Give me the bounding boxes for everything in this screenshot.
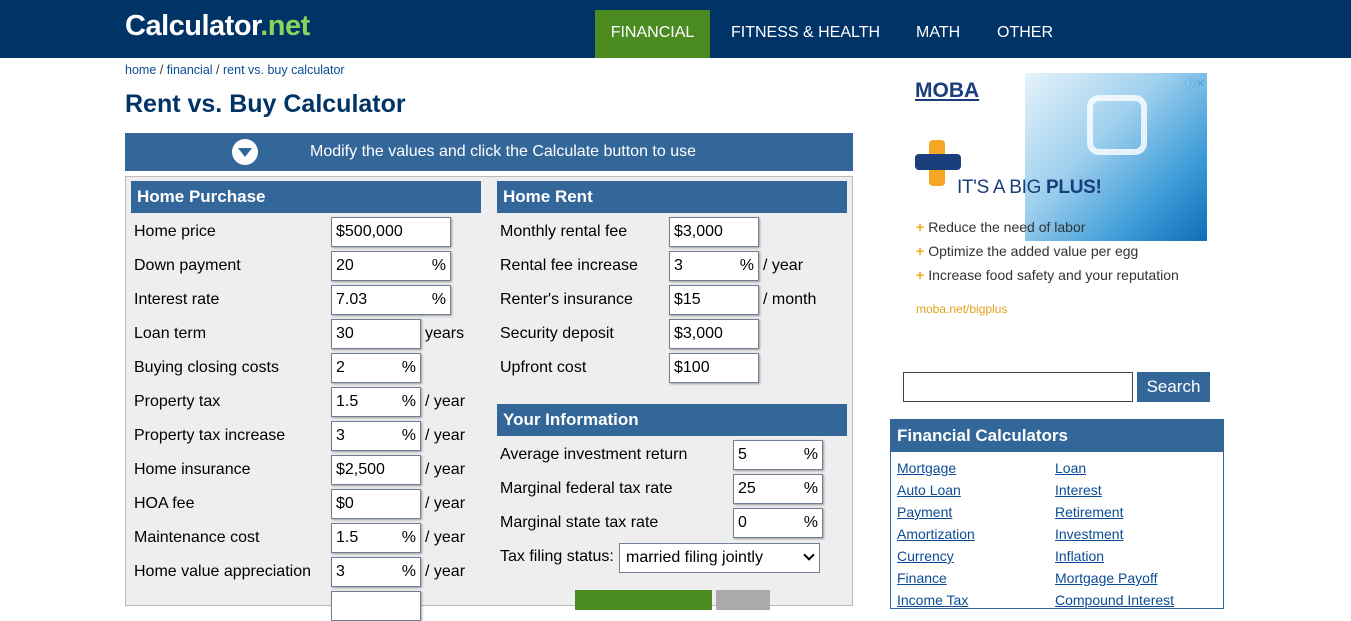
home-value-appreciation-unit: / year xyxy=(425,563,466,580)
banner-text: Modify the values and click the Calculat… xyxy=(310,143,696,160)
link-auto-loan[interactable]: Auto Loan xyxy=(897,482,961,498)
hoa-fee-unit: / year xyxy=(425,495,466,512)
advertisement[interactable]: ⓘ✕ MOBA IT'S A BIG PLUS! + Reduce the nee… xyxy=(905,73,1207,325)
input-home-insurance[interactable]: $2,500 xyxy=(331,455,421,485)
rental-fee-increase-unit: / year xyxy=(763,257,804,274)
label-rental-fee-increase: Rental fee increase xyxy=(500,257,638,274)
section-home-rent: Home Rent xyxy=(497,181,847,213)
label-security-deposit: Security deposit xyxy=(500,325,614,342)
link-payment[interactable]: Payment xyxy=(897,504,952,520)
nav-fitness-health[interactable]: FITNESS & HEALTH xyxy=(715,10,896,58)
link-amortization[interactable]: Amortization xyxy=(897,526,975,542)
plus-logo-icon xyxy=(915,140,961,186)
label-state-tax-rate: Marginal state tax rate xyxy=(500,514,659,531)
input-property-tax[interactable]: 1.5% xyxy=(331,387,421,417)
page-title: Rent vs. Buy Calculator xyxy=(125,90,406,118)
instructions-banner[interactable]: Modify the values and click the Calculat… xyxy=(125,133,853,171)
property-tax-unit: / year xyxy=(425,393,466,410)
nav-math[interactable]: MATH xyxy=(900,10,976,58)
link-loan[interactable]: Loan xyxy=(1055,460,1086,476)
input-renters-insurance[interactable]: $15 xyxy=(669,285,759,315)
label-home-value-appreciation: Home value appreciation xyxy=(134,563,311,580)
input-closing-costs[interactable]: 2% xyxy=(331,353,421,383)
ad-graphic xyxy=(1025,73,1207,241)
label-loan-term: Loan term xyxy=(134,325,207,342)
input-home-value-appreciation[interactable]: 3% xyxy=(331,557,421,587)
link-investment[interactable]: Investment xyxy=(1055,526,1123,542)
label-down-payment: Down payment xyxy=(134,257,241,274)
renters-insurance-unit: / month xyxy=(763,291,817,308)
site-logo[interactable]: Calculator.net xyxy=(125,10,310,43)
input-average-investment-return[interactable]: 5% xyxy=(733,440,823,470)
label-home-insurance: Home insurance xyxy=(134,461,251,478)
label-tax-filing-status: Tax filing status: xyxy=(500,548,614,565)
chevron-down-icon xyxy=(803,549,815,561)
input-rental-fee-increase[interactable]: 3% xyxy=(669,251,759,281)
tax-filing-status-select[interactable]: married filing jointly xyxy=(619,543,820,573)
label-monthly-rental-fee: Monthly rental fee xyxy=(500,223,628,240)
ad-bullet: + Reduce the need of labor xyxy=(916,219,1086,235)
link-currency[interactable]: Currency xyxy=(897,548,954,564)
label-property-tax-increase: Property tax increase xyxy=(134,427,286,444)
search-button[interactable]: Search xyxy=(1137,372,1210,402)
input-loan-term[interactable]: 30 xyxy=(331,319,421,349)
label-renters-insurance: Renter's insurance xyxy=(500,291,633,308)
input-home-price[interactable]: $500,000 xyxy=(331,217,451,247)
link-finance[interactable]: Finance xyxy=(897,570,947,586)
input-maintenance-cost[interactable]: 1.5% xyxy=(331,523,421,553)
breadcrumb: home / financial / rent vs. buy calculat… xyxy=(125,63,345,77)
calculator-form: Home Purchase Home Rent Your Information… xyxy=(125,176,853,621)
ad-brand: MOBA xyxy=(915,79,980,102)
ad-bullet: + Increase food safety and your reputatio… xyxy=(916,267,1179,283)
section-your-information: Your Information xyxy=(497,404,847,436)
input-upfront-cost[interactable]: $100 xyxy=(669,353,759,383)
label-upfront-cost: Upfront cost xyxy=(500,359,587,376)
input-federal-tax-rate[interactable]: 25% xyxy=(733,474,823,504)
ad-bullet: + Optimize the added value per egg xyxy=(916,243,1139,259)
loan-term-unit: years xyxy=(425,325,465,342)
link-retirement[interactable]: Retirement xyxy=(1055,504,1123,520)
input-interest-rate[interactable]: 7.03% xyxy=(331,285,451,315)
link-mortgage-payoff[interactable]: Mortgage Payoff xyxy=(1055,570,1157,586)
nav-other[interactable]: OTHER xyxy=(981,10,1069,58)
top-navigation-bar: Calculator.net FINANCIAL FITNESS & HEALT… xyxy=(0,0,1351,58)
label-average-investment-return: Average investment return xyxy=(500,446,688,463)
financial-calculators-box: Financial Calculators Mortgage Auto Loan… xyxy=(890,419,1224,609)
input-cut-off-row[interactable] xyxy=(331,591,421,621)
maintenance-cost-unit: / year xyxy=(425,529,466,546)
property-tax-increase-unit: / year xyxy=(425,427,466,444)
input-monthly-rental-fee[interactable]: $3,000 xyxy=(669,217,759,247)
label-property-tax: Property tax xyxy=(134,393,221,410)
label-hoa-fee: HOA fee xyxy=(134,495,195,512)
ad-headline: IT'S A BIG PLUS! xyxy=(957,177,1102,198)
input-property-tax-increase[interactable]: 3% xyxy=(331,421,421,451)
calculate-button[interactable] xyxy=(575,590,712,610)
breadcrumb-current[interactable]: rent vs. buy calculator xyxy=(223,63,345,77)
link-interest[interactable]: Interest xyxy=(1055,482,1102,498)
input-hoa-fee[interactable]: $0 xyxy=(331,489,421,519)
section-home-purchase: Home Purchase xyxy=(131,181,481,213)
ad-close-icon[interactable]: ⓘ✕ xyxy=(1177,75,1205,90)
label-federal-tax-rate: Marginal federal tax rate xyxy=(500,480,673,497)
nav-financial[interactable]: FINANCIAL xyxy=(595,10,710,58)
link-inflation[interactable]: Inflation xyxy=(1055,548,1104,564)
breadcrumb-financial[interactable]: financial xyxy=(167,63,213,77)
link-mortgage[interactable]: Mortgage xyxy=(897,460,956,476)
input-down-payment[interactable]: 20% xyxy=(331,251,451,281)
search-input[interactable] xyxy=(903,372,1133,402)
clear-button[interactable] xyxy=(716,590,770,610)
label-maintenance-cost: Maintenance cost xyxy=(134,529,260,546)
link-compound-interest[interactable]: Compound Interest xyxy=(1055,592,1174,608)
label-home-price: Home price xyxy=(134,223,216,240)
breadcrumb-home[interactable]: home xyxy=(125,63,156,77)
ad-url[interactable]: moba.net/bigplus xyxy=(916,302,1007,316)
label-closing-costs: Buying closing costs xyxy=(134,359,279,376)
input-security-deposit[interactable]: $3,000 xyxy=(669,319,759,349)
financial-calculators-heading: Financial Calculators xyxy=(891,420,1223,452)
collapse-arrow-icon[interactable] xyxy=(232,139,258,165)
link-income-tax[interactable]: Income Tax xyxy=(897,592,968,608)
input-state-tax-rate[interactable]: 0% xyxy=(733,508,823,538)
label-interest-rate: Interest rate xyxy=(134,291,220,308)
home-insurance-unit: / year xyxy=(425,461,466,478)
